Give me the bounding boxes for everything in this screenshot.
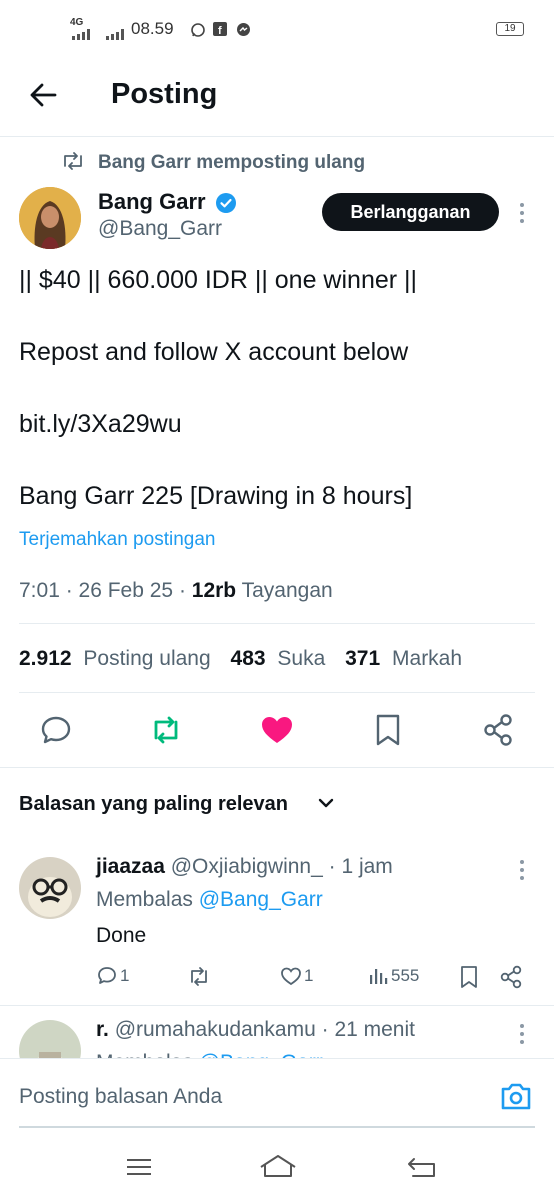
post-text-line: Bang Garr 225 [Drawing in 8 hours] [19, 482, 413, 510]
back-arrow-icon[interactable] [28, 80, 58, 110]
more-options-icon[interactable] [518, 201, 526, 225]
reply-view-count: 555 [391, 966, 420, 985]
reply-comment-action[interactable]: 1 [96, 963, 129, 989]
verified-badge-icon [216, 193, 236, 213]
reply-handle-time: @Oxjiabigwinn_ · 1 jam [164, 855, 393, 878]
bookmarks-count[interactable]: 371 [345, 647, 380, 670]
replying-to-handle[interactable]: @Bang_Garr [199, 888, 323, 911]
reply-more-options-icon[interactable] [518, 858, 526, 882]
chevron-down-icon[interactable] [318, 797, 334, 809]
post-text-line: Repost and follow X account below [19, 338, 409, 366]
reply-compose-input[interactable]: Posting balasan Anda [19, 1085, 222, 1109]
clock: 08.59 [131, 19, 174, 38]
messenger-icon [237, 23, 250, 36]
signal-icon-2 [106, 29, 124, 40]
likes-count[interactable]: 483 [231, 647, 266, 670]
reply-icon[interactable] [38, 712, 74, 748]
svg-text:f: f [218, 25, 222, 36]
reply-comment-count: 1 [120, 966, 130, 985]
repost-label[interactable]: Bang Garr memposting ulang [98, 152, 365, 174]
replies-sort-label: Balasan yang paling relevan [19, 793, 288, 815]
header-divider [0, 136, 554, 137]
compose-underline [19, 1126, 535, 1128]
reply-author-name[interactable]: jiaazaa [96, 855, 165, 878]
reply-share-icon[interactable] [499, 964, 525, 990]
reply-retweet-action[interactable] [187, 963, 211, 989]
replying-prefix: Membalas [96, 888, 199, 911]
status-bar: 4G 08.59 f 19 [0, 14, 554, 44]
reply-handle-time: @rumahakudankamu · 21 menit [108, 1018, 415, 1041]
reply-bookmark-icon[interactable] [459, 965, 479, 989]
reply-like-count: 1 [304, 966, 314, 985]
signal-icon [72, 29, 90, 40]
retweet-icon[interactable] [148, 712, 184, 748]
bookmark-icon[interactable] [370, 712, 406, 748]
page-title: Posting [111, 78, 218, 110]
reply-header: r. @rumahakudankamu · 21 menit [96, 1018, 415, 1042]
stats-divider [19, 692, 535, 693]
bookmarks-label[interactable]: Markah [392, 647, 462, 670]
back-nav-icon[interactable] [406, 1155, 438, 1179]
author-name[interactable]: Bang Garr [98, 189, 206, 215]
reply-retweet-icon [191, 967, 207, 986]
home-icon[interactable] [258, 1153, 298, 1179]
views-label: Tayangan [236, 579, 333, 602]
author-handle[interactable]: @Bang_Garr [98, 217, 222, 241]
subscribe-button[interactable]: Berlangganan [322, 193, 499, 231]
translate-post-link[interactable]: Terjemahkan postingan [19, 529, 215, 551]
meta-divider [19, 623, 535, 624]
author-avatar[interactable] [19, 187, 81, 249]
reply-avatar[interactable] [19, 857, 81, 919]
likes-label[interactable]: Suka [277, 647, 325, 670]
like-heart-icon[interactable] [259, 712, 295, 748]
share-icon[interactable] [481, 712, 517, 748]
post-meta: 7:01 · 26 Feb 25 · 12rb Tayangan [19, 579, 333, 603]
reply-author-name[interactable]: r. [96, 1018, 109, 1041]
facebook-icon: f [213, 22, 227, 36]
replies-sort-dropdown[interactable]: Balasan yang paling relevan [19, 793, 288, 816]
reposts-count[interactable]: 2.912 [19, 647, 72, 670]
network-type: 4G [70, 17, 84, 28]
views-chart-icon [370, 969, 388, 984]
reposts-label[interactable]: Posting ulang [83, 647, 210, 670]
reply-more-options-icon[interactable] [518, 1022, 526, 1046]
actions-divider [0, 767, 554, 768]
reply-views-action[interactable]: 555 [367, 963, 419, 989]
reply-divider [0, 1005, 554, 1006]
reply-comment-icon [98, 967, 116, 984]
whatsapp-icon [191, 23, 205, 37]
camera-icon[interactable] [500, 1081, 532, 1111]
post-link[interactable]: bit.ly/3Xa29wu [19, 410, 182, 439]
reply-like-action[interactable]: 1 [280, 963, 313, 989]
post-timestamp: 7:01 · 26 Feb 25 · [19, 579, 192, 602]
reply-header: jiaazaa @Oxjiabigwinn_ · 1 jam [96, 855, 393, 879]
views-count: 12rb [191, 579, 237, 602]
replying-to: Membalas @Bang_Garr [96, 888, 323, 912]
repost-small-icon [64, 152, 82, 170]
reply-text: Done [96, 924, 147, 947]
post-text-line: || $40 || 660.000 IDR || one winner || [19, 266, 418, 294]
reply-like-icon [281, 967, 301, 986]
menu-icon[interactable] [125, 1157, 153, 1177]
post-stats: 2.912 Posting ulang 483 Suka 371 Markah [19, 647, 462, 671]
battery-indicator: 19 [496, 22, 524, 36]
